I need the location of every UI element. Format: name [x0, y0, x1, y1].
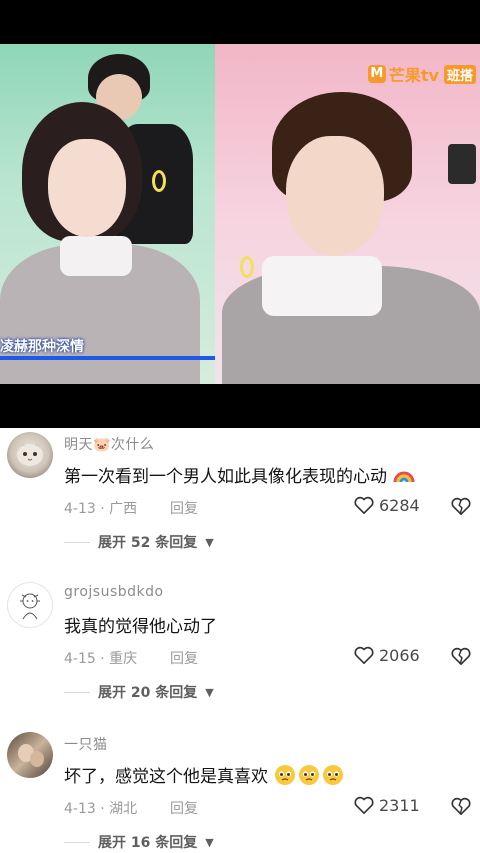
girl-collar	[60, 236, 132, 276]
comment-username[interactable]: 明天🐷次什么	[64, 434, 154, 454]
expand-replies-button[interactable]: 展开 20 条回复 ▼	[64, 682, 214, 702]
cat-avatar[interactable]	[7, 432, 53, 478]
expand-divider	[64, 841, 90, 843]
boy-face	[286, 136, 384, 256]
top-letterbox	[0, 0, 480, 44]
expand-replies-label: 展开 16 条回复	[98, 835, 198, 851]
photo-figure-icon	[18, 744, 44, 767]
broken-heart-icon[interactable]	[450, 496, 472, 516]
expand-divider	[64, 691, 90, 693]
broken-heart-icon[interactable]	[450, 646, 472, 666]
comment-date-location: 4-13 · 广西	[64, 501, 138, 517]
chevron-down-icon: ▼	[205, 835, 214, 849]
comment-text: 坏了，感觉这个他是真喜欢	[64, 762, 345, 787]
cat-face-icon	[10, 433, 50, 478]
expand-replies-button[interactable]: 展开 16 条回复 ▼	[64, 832, 214, 852]
mango-tv-logo: M 芒果tv 班搭	[367, 62, 476, 86]
boy-collar	[262, 256, 382, 316]
chevron-down-icon: ▼	[205, 685, 214, 699]
reply-button[interactable]: 回复	[170, 648, 198, 668]
video-caption: 凌赫那种深情	[0, 339, 84, 355]
expand-replies-label: 展开 52 条回复	[98, 535, 198, 551]
earring-left	[152, 170, 166, 192]
expand-replies-button[interactable]: 展开 52 条回复 ▼	[64, 532, 214, 552]
rainbow-emoji-icon	[393, 471, 415, 483]
pleading-face-emoji-icon	[275, 765, 296, 785]
reply-button[interactable]: 回复	[170, 498, 198, 518]
chevron-down-icon: ▼	[205, 535, 214, 549]
comment-text: 第一次看到一个男人如此具像化表现的心动	[64, 462, 416, 487]
like-count: 6284	[379, 495, 420, 515]
heart-icon	[354, 796, 374, 814]
comment-text-body: 坏了，感觉这个他是真喜欢	[64, 767, 268, 787]
comment-username[interactable]: grojsusbdkdo	[64, 584, 164, 600]
comment-text: 我真的觉得他心动了	[64, 612, 217, 637]
mango-logo-icon: M	[367, 65, 386, 83]
logo-text: 芒果tv	[388, 66, 439, 85]
comment-date-location: 4-13 · 湖北	[64, 801, 138, 817]
like-button[interactable]: 2311	[353, 795, 420, 815]
heart-icon	[354, 646, 374, 664]
like-button[interactable]: 2066	[353, 645, 420, 665]
video-player[interactable]: M 芒果tv 班搭 凌赫那种深情	[0, 44, 480, 384]
sketch-figure-icon	[20, 593, 40, 620]
like-button[interactable]: 6284	[353, 495, 420, 515]
comment-text-body: 第一次看到一个男人如此具像化表现的心动	[64, 467, 387, 487]
comment-username[interactable]: 一只猫	[64, 734, 108, 754]
expand-divider	[64, 541, 90, 543]
sketch-avatar[interactable]	[7, 582, 53, 628]
comment-date-location: 4-15 · 重庆	[64, 651, 138, 667]
comment-text-body: 我真的觉得他心动了	[64, 617, 217, 637]
camera-prop	[448, 144, 476, 184]
like-count: 2311	[379, 795, 420, 815]
photo-avatar[interactable]	[7, 732, 53, 778]
expand-replies-label: 展开 20 条回复	[98, 685, 198, 701]
heart-icon	[354, 496, 374, 514]
bottom-letterbox	[0, 384, 480, 428]
girl-face	[48, 139, 126, 237]
broken-heart-icon[interactable]	[450, 796, 472, 816]
video-progress-fill	[0, 356, 215, 360]
pleading-face-emoji-icon	[323, 765, 344, 785]
logo-badge: 班搭	[443, 64, 476, 84]
earring-right	[240, 256, 254, 278]
reply-button[interactable]: 回复	[170, 798, 198, 818]
video-progress-bar[interactable]	[0, 356, 215, 360]
pleading-face-emoji-icon	[299, 765, 320, 785]
like-count: 2066	[379, 645, 420, 665]
